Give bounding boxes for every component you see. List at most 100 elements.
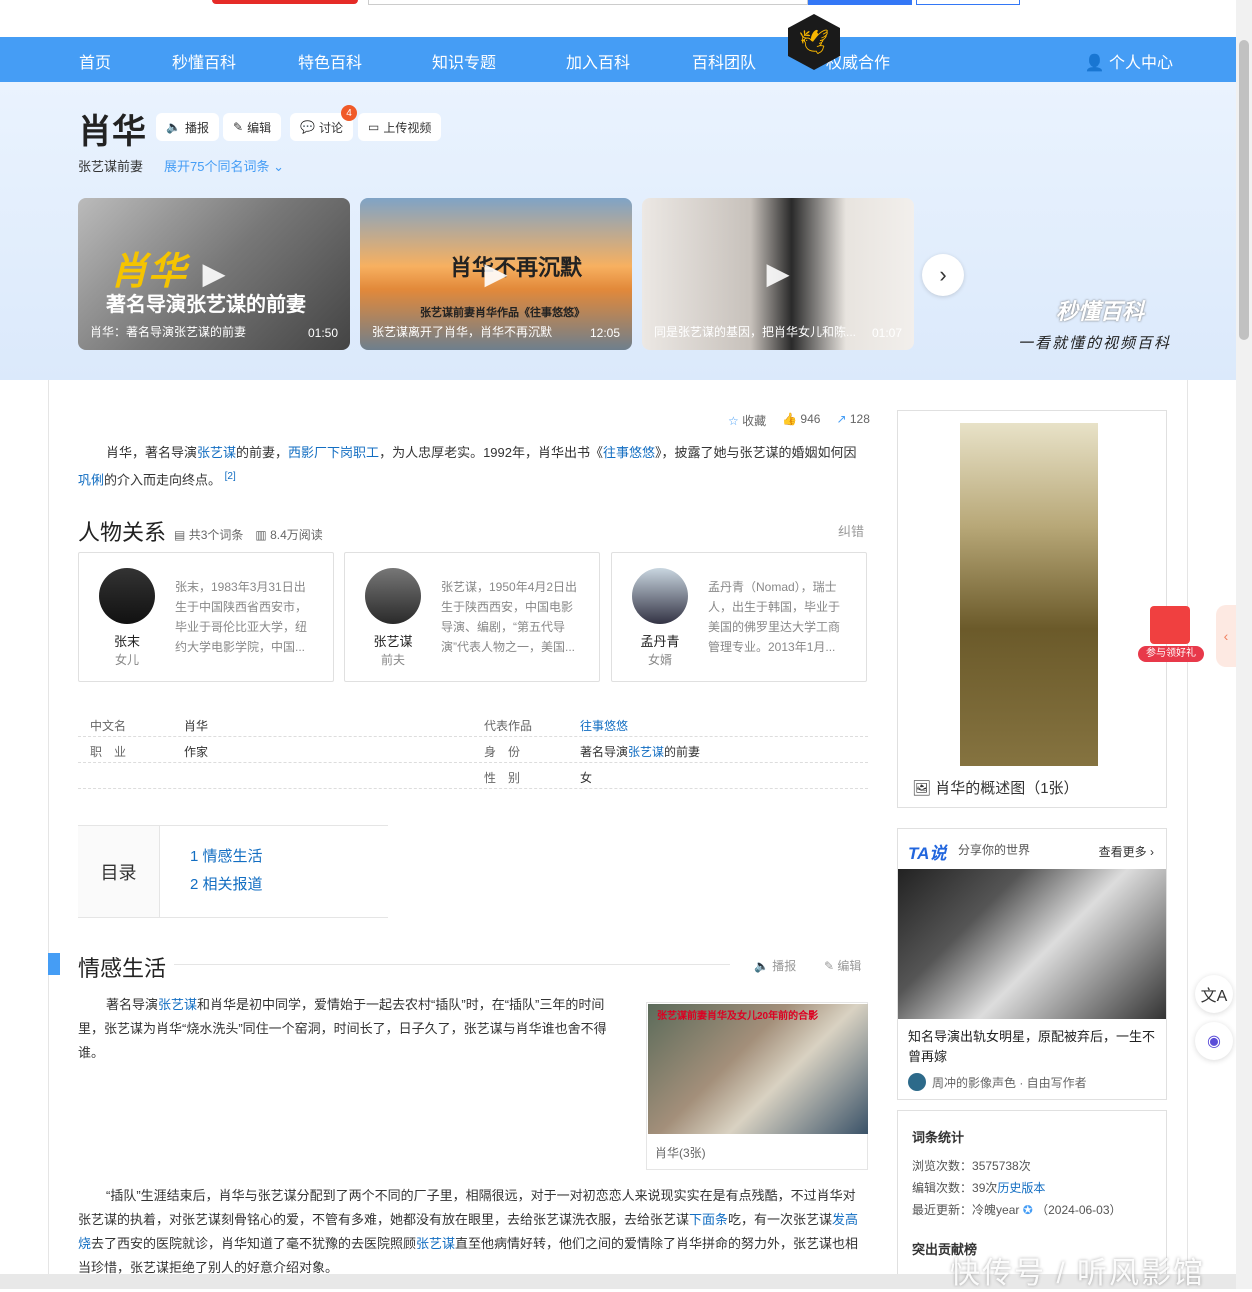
stats-value: 39次	[972, 1181, 998, 1195]
gift-promo[interactable]: 参与领好礼	[1138, 600, 1204, 664]
entry-summary: 肖华，著名导演张艺谋的前妻，西影厂下岗职工，为人忠厚老实。1992年，肖华出书《…	[78, 441, 868, 492]
link-noodles[interactable]: 下面条	[689, 1212, 728, 1227]
infobox-link-zhang[interactable]: 张艺谋	[628, 745, 664, 759]
overview-image	[960, 423, 1098, 766]
overview-image-panel[interactable]: 🖼 肖华的概述图（1张）	[897, 410, 1167, 808]
video-1-big-title: 肖华	[110, 248, 187, 293]
reference-link[interactable]: [2]	[225, 471, 236, 482]
updated-date: （2024-06-03）	[1036, 1203, 1122, 1217]
gift-icon	[1150, 606, 1190, 644]
link-zhang-yimou[interactable]: 张艺谋	[158, 997, 197, 1012]
assistant-button[interactable]: ◉	[1195, 1022, 1233, 1060]
section-edit-button[interactable]: ✎ 编辑	[824, 957, 861, 974]
chevron-left-icon: ‹	[1223, 628, 1229, 644]
ta-more-link[interactable]: 查看更多 ›	[1099, 843, 1154, 860]
history-link[interactable]: 历史版本	[997, 1181, 1045, 1195]
search-button[interactable]	[808, 0, 912, 5]
video-1-big-subtitle: 著名导演张艺谋的前妻	[106, 292, 306, 316]
share-button[interactable]: ↗ 128	[836, 412, 869, 429]
section-broadcast-button[interactable]: 🔈 播报	[754, 957, 796, 974]
ta-image[interactable]	[898, 869, 1166, 1019]
summary-text: ，为人忠厚老实。1992年，肖华出书《	[379, 445, 603, 460]
video-2-big-subtitle: 张艺谋前妻肖华作品《往事悠悠》	[420, 306, 585, 319]
play-icon: ▶	[484, 257, 508, 291]
infobox-row: 性 别 女	[78, 763, 868, 789]
nav-team[interactable]: 百科团队	[692, 49, 756, 73]
avatar	[632, 568, 688, 624]
ta-author[interactable]: 周冲的影像声色 · 自由写作者	[908, 1073, 1087, 1091]
toc-label: 目录	[78, 826, 160, 917]
video-card-3[interactable]: ▶ 同是张艺谋的基因，把肖华女儿和陈... 01:07	[642, 198, 914, 350]
ta-article-title[interactable]: 知名导演出轨女明星，原配被弃后，一生不曾再嫁	[908, 1027, 1158, 1067]
toc-item[interactable]: 2 相关报道	[190, 873, 263, 894]
entry-header: 肖华 🔈 播报 ✎ 编辑 💬 讨论 4 ▭ 上传视频 张艺谋前妻 展开75个同名词条 ⌄…	[0, 82, 1236, 380]
video-2-caption: 张艺谋离开了肖华，肖华不再沉默	[372, 325, 553, 339]
table-of-contents: 目录 1 情感生活 2 相关报道	[78, 825, 388, 918]
share-count: 128	[849, 412, 870, 426]
nav-user-center[interactable]: 👤 个人中心	[1085, 49, 1173, 73]
nav-join[interactable]: 加入百科	[566, 49, 630, 73]
section-title: 情感生活	[78, 956, 167, 981]
link-xiying-worker[interactable]: 西影厂下岗职工	[288, 445, 379, 460]
search-web-button[interactable]	[916, 0, 1020, 5]
relations-meta: ▤ 共3个词条 ▥ 8.4万阅读	[174, 526, 323, 543]
broadcast-button[interactable]: 🔈 播报	[156, 113, 219, 141]
side-collapse-tab[interactable]: ‹	[1216, 605, 1236, 667]
relation-card[interactable]: 孟丹青 女婿 孟丹青（Nomad），瑞士人，出生于韩国，毕业于美国的佛罗里达大学…	[611, 552, 867, 682]
edit-button[interactable]: ✎ 编辑	[223, 113, 282, 141]
link-zhang-yimou[interactable]: 张艺谋	[416, 1236, 455, 1251]
entry-stats: ☆ 收藏 👍 946 ↗ 128	[728, 412, 870, 429]
infobox-key: 职 业	[90, 745, 127, 759]
upload-video-button[interactable]: ▭ 上传视频	[358, 113, 442, 141]
like-button[interactable]: 👍 946	[782, 412, 820, 429]
translate-button[interactable]: 文A	[1195, 975, 1233, 1013]
ta-logo: TA说	[908, 844, 947, 863]
ta-subtitle: 分享你的世界	[958, 843, 1031, 857]
video-card-2[interactable]: 肖华不再沉默 张艺谋前妻肖华作品《往事悠悠》 ▶ 张艺谋离开了肖华，肖华不再沉默…	[360, 198, 632, 350]
relation-name: 张艺谋	[373, 634, 413, 649]
summary-text: 肖华，著名导演	[106, 445, 198, 460]
vertical-scrollbar[interactable]	[1236, 0, 1252, 1289]
avatar	[365, 568, 421, 624]
section-photo[interactable]: 张艺谋前妻肖华及女儿20年前的合影 肖华(3张)	[646, 1002, 868, 1170]
link-wangshi-youyou[interactable]: 往事悠悠	[603, 445, 655, 460]
nav-topics[interactable]: 知识专题	[432, 49, 496, 73]
miaodong-logo: 秒懂百科	[1056, 299, 1145, 324]
expand-homonyms-link[interactable]: 展开75个同名词条 ⌄	[164, 156, 284, 175]
relations-title: 人物关系	[78, 520, 167, 545]
relation-name: 孟丹青	[640, 634, 680, 649]
nav-miaodong[interactable]: 秒懂百科	[172, 49, 236, 73]
nav-home[interactable]: 首页	[79, 49, 111, 73]
baike-logo[interactable]	[212, 0, 358, 4]
user-icon: 👤	[1084, 55, 1105, 72]
infobox-link-work[interactable]: 往事悠悠	[580, 717, 628, 734]
play-icon: ▶	[766, 257, 790, 291]
video-2-duration: 12:05	[589, 326, 620, 340]
link-zhang-yimou[interactable]: 张艺谋	[197, 445, 236, 460]
edit-label: 编辑	[247, 120, 272, 135]
infobox-value: 著名导演张艺谋的前妻	[580, 743, 700, 760]
favorite-button[interactable]: ☆ 收藏	[728, 412, 766, 429]
scrollbar-thumb[interactable]	[1239, 40, 1249, 340]
search-input[interactable]	[368, 0, 808, 5]
relation-card[interactable]: 张艺谋 前夫 张艺谋，1950年4月2日出生于陕西西安，中国电影导演、编剧，“第…	[344, 552, 600, 682]
toc-item[interactable]: 1 情感生活	[190, 845, 263, 866]
pencil-icon: ✎	[233, 120, 244, 134]
share-icon: ↗	[836, 412, 847, 426]
next-video-button[interactable]: ›	[922, 254, 964, 296]
link-gong-li[interactable]: 巩俐	[78, 472, 104, 487]
user-badge-icon: ✪	[1022, 1203, 1033, 1217]
expand-label: 展开75个同名词条	[164, 159, 270, 174]
updated-user[interactable]: 冷魄year	[972, 1203, 1019, 1217]
upload-video-label: 上传视频	[383, 120, 432, 135]
ta-more-label: 查看更多	[1098, 845, 1147, 859]
video-card-1[interactable]: 肖华 著名导演张艺谋的前妻 ▶ 肖华：著名导演张艺谋的前妻 01:50	[78, 198, 350, 350]
nav-featured[interactable]: 特色百科	[298, 49, 362, 73]
relation-card[interactable]: 张末 女儿 张末，1983年3月31日出生于中国陕西省西安市，毕业于哥伦比亚大学…	[78, 552, 334, 682]
stats-key: 最近更新：	[912, 1203, 973, 1217]
main-navbar: 首页 秒懂百科 特色百科 知识专题 加入百科 百科团队 权威合作 👤 个人中心	[0, 37, 1236, 82]
stats-updated: 最近更新：冷魄year ✪ （2024-06-03）	[912, 1201, 1122, 1218]
video-2-big-title: 肖华不再沉默	[450, 255, 583, 281]
infobox-value: 作家	[184, 745, 209, 759]
correct-error-link[interactable]: 纠错	[838, 521, 864, 540]
